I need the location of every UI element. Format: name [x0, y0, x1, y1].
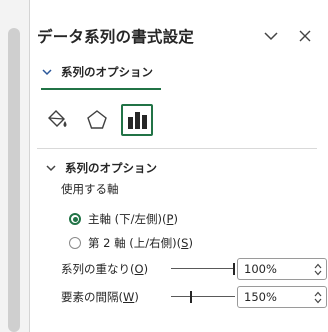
category-icon-tabs — [41, 104, 153, 136]
primary-axis-label: 主軸 (下/左側)(P) — [88, 212, 178, 226]
close-icon[interactable] — [295, 26, 315, 46]
divider — [37, 148, 317, 149]
primary-axis-option[interactable]: 主軸 (下/左側)(P) — [69, 211, 178, 227]
spin-up-icon[interactable] — [314, 291, 322, 297]
fill-line-icon — [48, 110, 67, 127]
effects-pentagon-icon — [87, 110, 107, 129]
worksheet-edge — [0, 0, 30, 332]
gap-width-label: 要素の間隔(W) — [61, 290, 139, 304]
gap-width-value[interactable]: 150% — [244, 290, 277, 304]
chevron-down-icon — [42, 69, 52, 76]
pane-options-chevron-icon[interactable] — [261, 26, 281, 46]
spin-down-icon[interactable] — [314, 270, 322, 276]
secondary-axis-radio[interactable] — [69, 237, 81, 249]
chevron-down-icon — [46, 165, 56, 172]
pane-title: データ系列の書式設定 — [37, 28, 195, 46]
overlap-value[interactable]: 100% — [244, 262, 277, 276]
spin-down-icon[interactable] — [314, 298, 322, 304]
primary-axis-radio[interactable] — [69, 213, 81, 225]
effects-tab[interactable] — [81, 104, 113, 136]
gap-width-row: 要素の間隔(W) 150% — [61, 286, 327, 308]
series-options-tab[interactable] — [121, 104, 153, 136]
format-pane: データ系列の書式設定 系列のオプション 系列のオプション 使用する軸 主軸 (下… — [31, 0, 328, 332]
gap-width-slider[interactable] — [171, 290, 235, 304]
axis-group-label: 使用する軸 — [61, 182, 119, 196]
tab-label: 系列のオプション — [61, 65, 153, 79]
overlap-slider-thumb[interactable] — [233, 263, 235, 275]
series-options-header[interactable]: 系列のオプション — [45, 160, 157, 176]
gap-width-spinner[interactable]: 150% — [237, 286, 327, 308]
overlap-row: 系列の重なり(O) 100% — [61, 258, 327, 280]
overlap-slider[interactable] — [171, 262, 235, 276]
overlap-label: 系列の重なり(O) — [61, 262, 149, 276]
secondary-axis-label: 第 2 軸 (上/右側)(S) — [88, 236, 193, 250]
tab-series-options[interactable]: 系列のオプション — [41, 64, 161, 90]
series-options-chart-icon — [128, 112, 147, 129]
gap-width-slider-thumb[interactable] — [189, 291, 192, 303]
secondary-axis-option[interactable]: 第 2 軸 (上/右側)(S) — [69, 235, 193, 251]
vertical-scrollbar[interactable] — [8, 28, 20, 332]
spin-up-icon[interactable] — [314, 263, 322, 269]
series-options-header-label: 系列のオプション — [65, 161, 157, 175]
fill-line-tab[interactable] — [41, 104, 73, 136]
overlap-spinner[interactable]: 100% — [237, 258, 327, 280]
